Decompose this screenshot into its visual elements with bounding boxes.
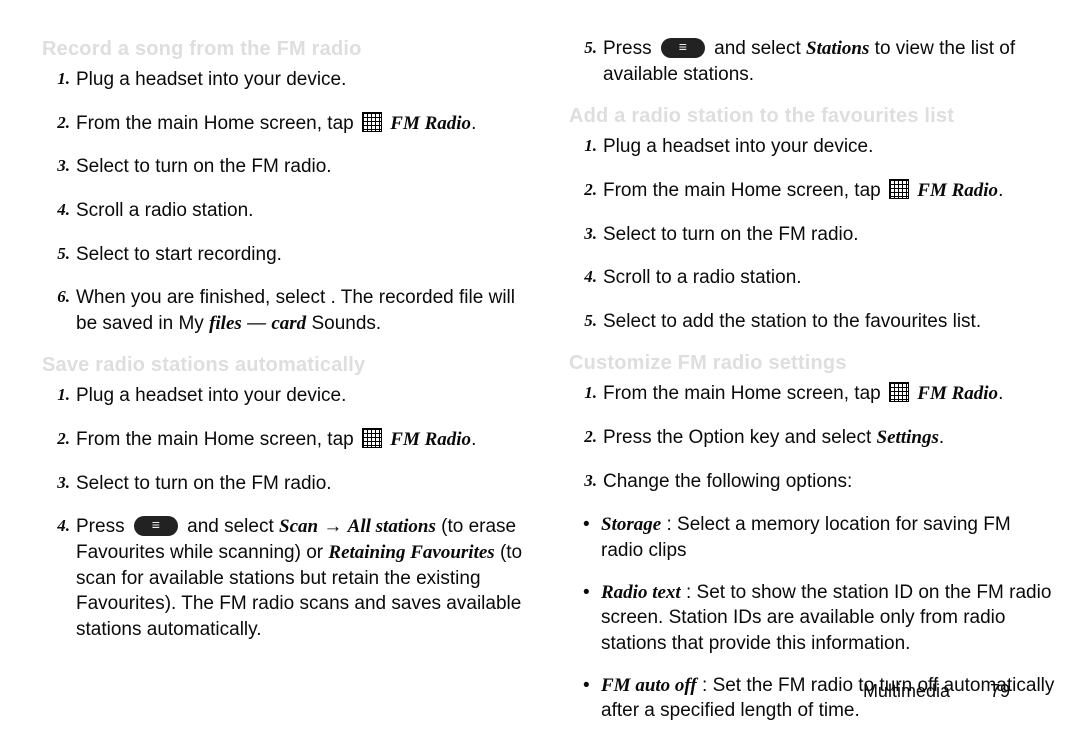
step: Change the following options:	[587, 469, 1056, 495]
emphasis: FM Radio	[390, 113, 471, 134]
step: Select to turn on the FM radio.	[60, 154, 529, 180]
add-steps: Plug a headset into your device. From the…	[569, 134, 1056, 334]
step: From the main Home screen, tap FM Radio.	[587, 178, 1056, 204]
footer-section: Multimedia	[863, 681, 950, 702]
emphasis: FM Radio	[917, 180, 998, 201]
option-item: Storage : Select a memory location for s…	[593, 512, 1056, 563]
emphasis: All stations	[348, 516, 436, 537]
step: When you are finished, select . The reco…	[60, 285, 529, 336]
footer-page: 79	[990, 681, 1010, 702]
step: From the main Home screen, tap FM Radio.	[60, 427, 529, 453]
page-footer: Multimedia 79	[863, 681, 1010, 702]
emphasis: Settings	[877, 427, 939, 448]
step: Scroll to a radio station.	[587, 265, 1056, 291]
step: Scroll a radio station.	[60, 198, 529, 224]
page: Record a song from the FM radio Plug a h…	[0, 0, 1080, 740]
step: Select to turn on the FM radio.	[587, 222, 1056, 248]
heading-add: Add a radio station to the favourites li…	[569, 105, 1056, 128]
heading-customize: Customize FM radio settings	[569, 352, 1056, 375]
right-column: Press and select Stations to view the li…	[569, 30, 1056, 740]
heading-record: Record a song from the FM radio	[42, 38, 529, 61]
step: Press and select Stations to view the li…	[587, 36, 1056, 87]
step: Press the Option key and select Settings…	[587, 425, 1056, 451]
apps-grid-icon	[362, 428, 382, 448]
apps-grid-icon	[889, 179, 909, 199]
step: From the main Home screen, tap FM Radio.	[60, 111, 529, 137]
emphasis: FM Radio	[917, 383, 998, 404]
left-column: Record a song from the FM radio Plug a h…	[42, 30, 529, 740]
emphasis: Retaining Favourites	[328, 542, 494, 563]
emphasis: Stations	[806, 38, 869, 59]
record-steps: Plug a headset into your device. From the…	[42, 67, 529, 336]
heading-save: Save radio stations automatically	[42, 354, 529, 377]
option-key-icon	[134, 516, 178, 536]
step: Plug a headset into your device.	[60, 383, 529, 409]
step: Select to start recording.	[60, 242, 529, 268]
step: Select to turn on the FM radio.	[60, 471, 529, 497]
emphasis: Scan	[279, 516, 318, 537]
emphasis: Radio text	[601, 582, 681, 603]
continued-steps: Press and select Stations to view the li…	[569, 36, 1056, 87]
emphasis: card	[271, 313, 306, 334]
option-key-icon	[661, 38, 705, 58]
emphasis: FM auto off	[601, 675, 697, 696]
emphasis: Storage	[601, 514, 661, 535]
step: Select to add the station to the favouri…	[587, 309, 1056, 335]
apps-grid-icon	[362, 112, 382, 132]
step: Plug a headset into your device.	[587, 134, 1056, 160]
apps-grid-icon	[889, 382, 909, 402]
customize-steps: From the main Home screen, tap FM Radio.…	[569, 381, 1056, 494]
option-item: Radio text : Set to show the station ID …	[593, 580, 1056, 657]
emphasis: FM Radio	[390, 429, 471, 450]
step: From the main Home screen, tap FM Radio.	[587, 381, 1056, 407]
step: Press and select Scan → All stations (to…	[60, 514, 529, 642]
step: Plug a headset into your device.	[60, 67, 529, 93]
emphasis: files	[209, 313, 242, 334]
save-steps: Plug a headset into your device. From the…	[42, 383, 529, 642]
